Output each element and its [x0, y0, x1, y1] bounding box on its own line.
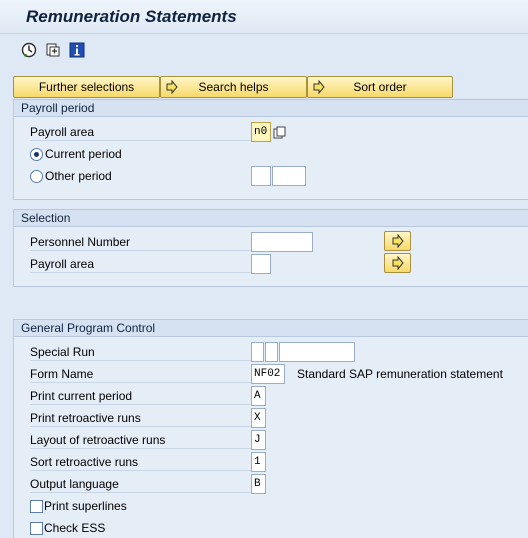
output-language-input[interactable]: B [251, 474, 266, 494]
other-period-field-1[interactable] [251, 166, 271, 186]
application-toolbar [0, 34, 528, 66]
payroll-area-label: Payroll area [30, 123, 252, 141]
execute-icon[interactable] [21, 42, 37, 58]
selection-title: Selection [14, 210, 528, 227]
special-run-field-1[interactable] [251, 342, 264, 362]
form-name-description: Standard SAP remuneration statement [297, 367, 503, 381]
arrow-right-icon [165, 79, 179, 97]
check-ess-label: Check ESS [44, 521, 106, 535]
copy-icon[interactable] [272, 125, 286, 139]
personnel-number-input[interactable] [251, 232, 313, 252]
sort-order-label: Sort order [353, 80, 407, 94]
general-program-control-group: General Program Control Special Run Form… [13, 319, 528, 538]
form-name-input[interactable]: NF02 [251, 364, 285, 384]
special-run-field-2[interactable] [265, 342, 278, 362]
sort-retroactive-runs-input[interactable]: 1 [251, 452, 266, 472]
further-selections-label: Further selections [38, 80, 135, 94]
current-period-radio[interactable] [30, 148, 43, 161]
print-current-period-label: Print current period [30, 387, 252, 405]
payroll-area-input[interactable]: n0 [251, 122, 271, 142]
sort-retroactive-runs-label: Sort retroactive runs [30, 453, 252, 471]
check-ess-checkbox[interactable] [30, 522, 43, 535]
arrow-right-icon [312, 79, 326, 97]
personnel-number-multiple-selection-button[interactable] [384, 231, 411, 251]
other-period-radio[interactable] [30, 170, 43, 183]
payroll-period-group: Payroll period Payroll area n0 Current p… [13, 99, 528, 200]
print-retroactive-runs-label: Print retroactive runs [30, 409, 252, 427]
print-superlines-checkbox[interactable] [30, 500, 43, 513]
save-variant-icon[interactable] [45, 42, 61, 58]
arrow-right-icon [392, 256, 404, 270]
other-period-field-2[interactable] [272, 166, 306, 186]
current-period-label: Current period [45, 147, 122, 161]
selection-payroll-area-label: Payroll area [30, 255, 252, 273]
arrow-right-icon [392, 234, 404, 248]
further-selections-button[interactable]: Further selections [13, 76, 160, 98]
payroll-period-title: Payroll period [14, 100, 528, 117]
info-icon[interactable] [69, 42, 85, 58]
special-run-field-3[interactable] [279, 342, 355, 362]
selection-payroll-area-input[interactable] [251, 254, 271, 274]
other-period-label: Other period [45, 169, 112, 183]
general-program-control-title: General Program Control [14, 320, 528, 337]
search-helps-button[interactable]: Search helps [160, 76, 307, 98]
output-language-label: Output language [30, 475, 252, 493]
search-helps-label: Search helps [198, 80, 269, 94]
print-retroactive-runs-input[interactable]: X [251, 408, 266, 428]
sort-order-button[interactable]: Sort order [307, 76, 453, 98]
selection-group: Selection Personnel Number Payroll area [13, 209, 528, 287]
title-bar: Remuneration Statements [0, 0, 528, 34]
special-run-label: Special Run [30, 343, 252, 361]
page-title: Remuneration Statements [26, 7, 237, 26]
payroll-area-multiple-selection-button[interactable] [384, 253, 411, 273]
print-current-period-input[interactable]: A [251, 386, 266, 406]
layout-retroactive-runs-input[interactable]: J [251, 430, 266, 450]
print-superlines-label: Print superlines [44, 499, 127, 513]
form-name-label: Form Name [30, 365, 252, 383]
layout-retroactive-runs-label: Layout of retroactive runs [30, 431, 252, 449]
personnel-number-label: Personnel Number [30, 233, 252, 251]
